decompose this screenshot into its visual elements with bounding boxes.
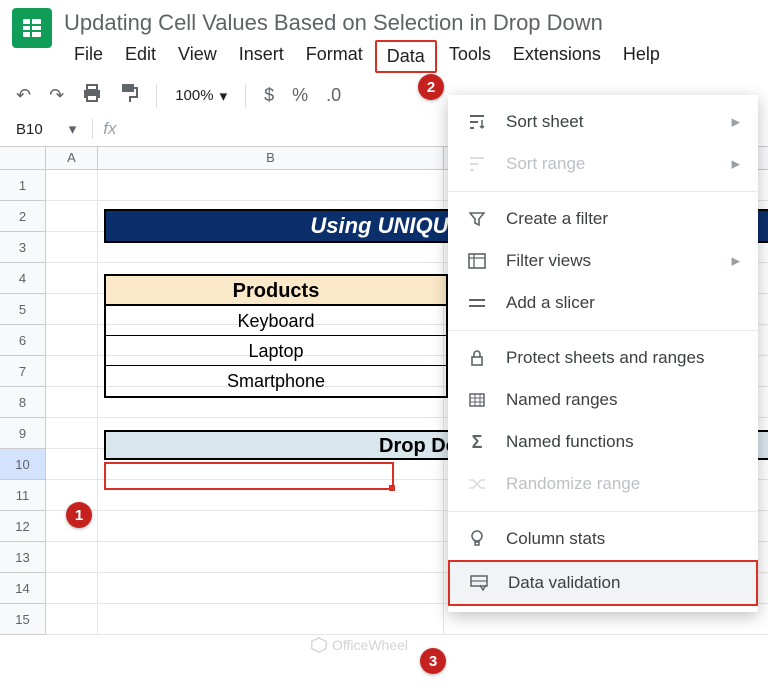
menu-named-functions[interactable]: ΣNamed functions (448, 421, 758, 463)
menubar: File Edit View Insert Format Data Tools … (64, 40, 756, 73)
chevron-down-icon: ▾ (69, 120, 77, 138)
row-header[interactable]: 7 (0, 356, 46, 387)
sigma-icon: Σ (466, 431, 488, 453)
menu-edit[interactable]: Edit (115, 40, 166, 73)
chevron-right-icon: ▸ (731, 112, 740, 132)
chevron-down-icon: ▾ (220, 87, 228, 105)
row-header[interactable]: 6 (0, 325, 46, 356)
menu-sort-range: Sort range▸ (448, 143, 758, 185)
row-header[interactable]: 1 (0, 170, 46, 201)
menu-tools[interactable]: Tools (439, 40, 501, 73)
filter-views-icon (466, 250, 488, 272)
menu-help[interactable]: Help (613, 40, 670, 73)
menu-data[interactable]: Data (375, 40, 437, 73)
sort-range-icon (466, 153, 488, 175)
menu-data-validation[interactable]: Data validation (448, 560, 758, 606)
menu-insert[interactable]: Insert (229, 40, 294, 73)
sheets-logo[interactable] (12, 8, 52, 48)
named-ranges-icon (466, 389, 488, 411)
row-header[interactable]: 3 (0, 232, 46, 263)
zoom-select[interactable]: 100% ▾ (175, 87, 227, 105)
table-row: Smartphone (106, 366, 446, 396)
decimal-button[interactable]: .0 (326, 85, 341, 106)
menu-filter-views[interactable]: Filter views▸ (448, 240, 758, 282)
lock-icon (466, 347, 488, 369)
lightbulb-icon (466, 528, 488, 550)
data-menu-dropdown: Sort sheet▸ Sort range▸ Create a filter … (448, 95, 758, 612)
row-header[interactable]: 11 (0, 480, 46, 511)
row-header[interactable]: 4 (0, 263, 46, 294)
table-row: Keyboard (106, 306, 446, 336)
products-table: Products Keyboard Laptop Smartphone (104, 274, 448, 398)
row-header[interactable]: 12 (0, 511, 46, 542)
table-row: Laptop (106, 336, 446, 366)
chevron-right-icon: ▸ (731, 251, 740, 271)
data-validation-icon (468, 572, 490, 594)
column-header-A[interactable]: A (46, 147, 98, 169)
row-header[interactable]: 8 (0, 387, 46, 418)
menu-protect-sheets[interactable]: Protect sheets and ranges (448, 337, 758, 379)
menu-format[interactable]: Format (296, 40, 373, 73)
menu-view[interactable]: View (168, 40, 227, 73)
row-header[interactable]: 15 (0, 604, 46, 635)
column-header-B[interactable]: B (98, 147, 444, 169)
row-header[interactable]: 9 (0, 418, 46, 449)
currency-button[interactable]: $ (264, 85, 274, 106)
row-header[interactable]: 5 (0, 294, 46, 325)
sort-icon (466, 111, 488, 133)
fx-label: fx (92, 119, 126, 139)
annotation-marker-2: 2 (418, 74, 444, 100)
shuffle-icon (466, 473, 488, 495)
document-title[interactable]: Updating Cell Values Based on Selection … (64, 8, 756, 40)
menu-sort-sheet[interactable]: Sort sheet▸ (448, 101, 758, 143)
watermark: OfficeWheel (310, 636, 408, 654)
annotation-marker-3: 3 (420, 648, 446, 674)
name-box[interactable]: B10▾ (10, 118, 82, 140)
print-icon[interactable] (82, 84, 102, 107)
row-header[interactable]: 13 (0, 542, 46, 573)
paint-format-icon[interactable] (120, 83, 138, 108)
menu-create-filter[interactable]: Create a filter (448, 198, 758, 240)
redo-icon[interactable]: ↷ (49, 85, 64, 106)
products-header: Products (106, 276, 446, 306)
annotation-marker-1: 1 (66, 502, 92, 528)
row-header[interactable]: 10 (0, 449, 46, 480)
select-all-corner[interactable] (0, 147, 46, 169)
undo-icon[interactable]: ↶ (16, 85, 31, 106)
menu-randomize-range: Randomize range (448, 463, 758, 505)
menu-named-ranges[interactable]: Named ranges (448, 379, 758, 421)
percent-button[interactable]: % (292, 85, 308, 106)
filter-icon (466, 208, 488, 230)
row-header[interactable]: 14 (0, 573, 46, 604)
chevron-right-icon: ▸ (731, 154, 740, 174)
selected-cell-b10[interactable] (104, 462, 394, 490)
menu-add-slicer[interactable]: Add a slicer (448, 282, 758, 324)
menu-column-stats[interactable]: Column stats (448, 518, 758, 560)
row-header[interactable]: 2 (0, 201, 46, 232)
slicer-icon (466, 292, 488, 314)
menu-extensions[interactable]: Extensions (503, 40, 611, 73)
menu-file[interactable]: File (64, 40, 113, 73)
